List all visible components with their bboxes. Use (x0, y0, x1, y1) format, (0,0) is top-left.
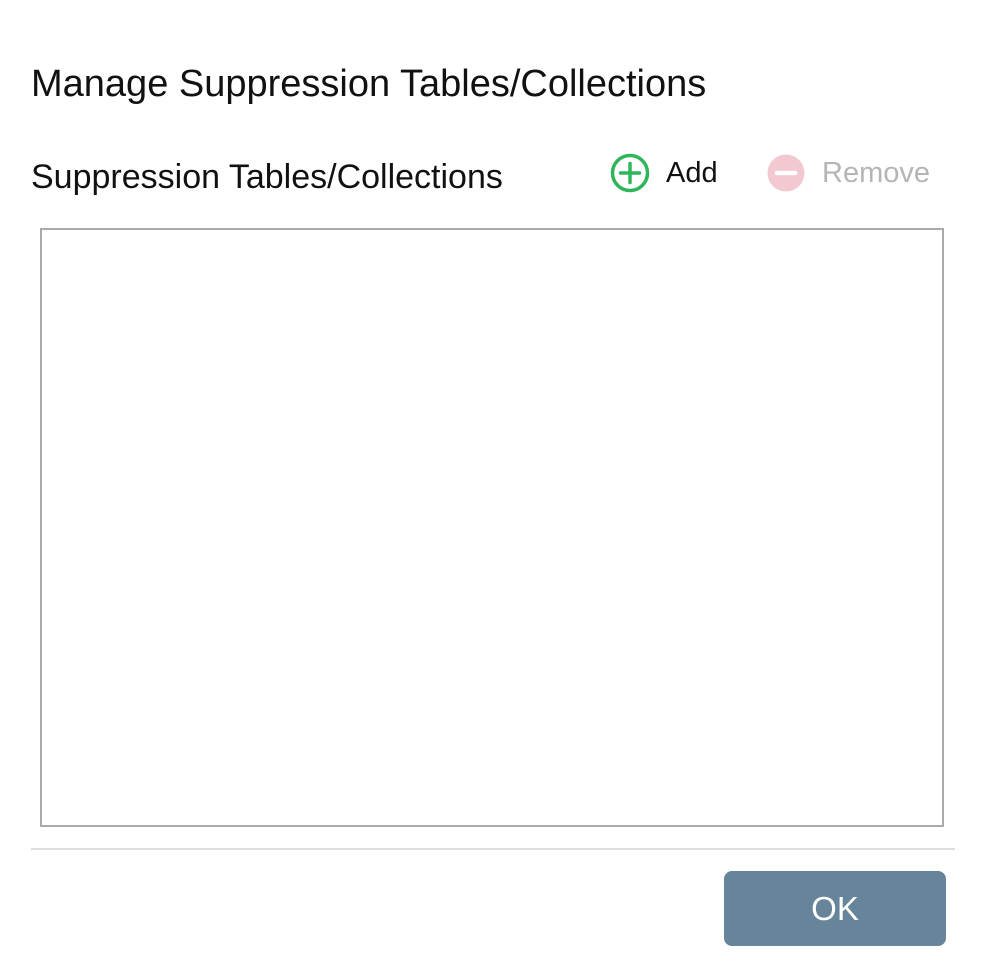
ok-button[interactable]: OK (724, 871, 946, 946)
minus-circle-icon (766, 153, 806, 193)
section-label: Suppression Tables/Collections (31, 158, 503, 196)
add-button-label: Add (666, 157, 718, 189)
plus-circle-icon (610, 153, 650, 193)
remove-button[interactable]: Remove (766, 150, 930, 196)
manage-suppression-dialog: Manage Suppression Tables/Collections Su… (0, 0, 985, 973)
remove-button-label: Remove (822, 157, 930, 189)
footer-divider (31, 848, 955, 850)
add-button[interactable]: Add (610, 150, 718, 196)
dialog-title: Manage Suppression Tables/Collections (31, 63, 707, 105)
suppression-list[interactable] (40, 228, 944, 827)
